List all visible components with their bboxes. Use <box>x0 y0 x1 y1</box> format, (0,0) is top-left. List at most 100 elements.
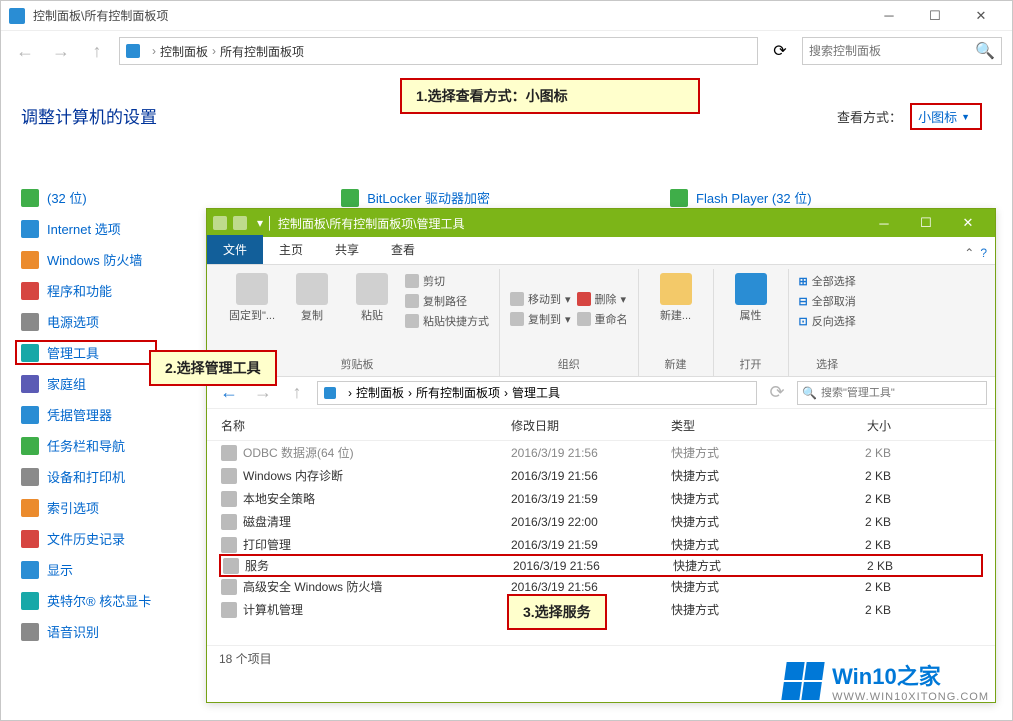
shortcut-icon <box>221 602 237 618</box>
inner-close-button[interactable]: ✕ <box>947 209 989 237</box>
copy-to-button[interactable]: 复制到▾ <box>510 311 571 327</box>
outer-window-title: 控制面板\所有控制面板项 <box>33 7 168 24</box>
select-all-button[interactable]: ⊞全部选择 <box>799 273 856 289</box>
watermark-logo: Win10之家 WWW.WIN10XITONG.COM <box>784 659 989 703</box>
minimize-button[interactable]: ─ <box>866 1 912 31</box>
cp-item[interactable]: (32 位) <box>21 188 151 207</box>
outer-nav-bar: ← → ↑ › 控制面板 › 所有控制面板项 ⟳ 🔍 <box>1 31 1012 71</box>
move-to-button[interactable]: 移动到▾ <box>510 291 571 307</box>
invert-selection-button[interactable]: ⊡反向选择 <box>799 313 856 329</box>
cp-item[interactable]: 索引选项 <box>21 498 151 517</box>
copy-path-button[interactable]: 复制路径 <box>405 293 489 309</box>
file-name: Windows 内存诊断 <box>243 467 343 484</box>
inner-refresh-button[interactable]: ⟳ <box>763 379 791 407</box>
search-input[interactable] <box>809 44 969 58</box>
cp-item-icon <box>21 282 39 300</box>
cut-button[interactable]: 剪切 <box>405 273 489 289</box>
file-list: 名称 修改日期 类型 大小 ODBC 数据源(64 位)2016/3/19 21… <box>207 409 995 669</box>
cp-item[interactable]: 凭据管理器 <box>21 405 151 424</box>
tab-home[interactable]: 主页 <box>263 235 319 264</box>
inner-minimize-button[interactable]: ─ <box>863 209 905 237</box>
col-type[interactable]: 类型 <box>671 417 811 434</box>
ribbon-collapse[interactable]: ⌃? <box>956 242 995 264</box>
outer-titlebar: 控制面板\所有控制面板项 ─ ☐ ✕ <box>1 1 1012 31</box>
inner-breadcrumb[interactable]: › 控制面板› 所有控制面板项› 管理工具 <box>317 381 757 405</box>
file-row[interactable]: ODBC 数据源(64 位)2016/3/19 21:56快捷方式2 KB <box>207 441 995 464</box>
cp-item[interactable]: Flash Player (32 位) <box>670 188 812 207</box>
copy-button[interactable]: 复制 <box>285 269 339 323</box>
cp-item[interactable]: 文件历史记录 <box>21 529 151 548</box>
refresh-button[interactable]: ⟳ <box>766 41 794 61</box>
cp-item[interactable]: 程序和功能 <box>21 281 151 300</box>
pin-button[interactable]: 固定到"... <box>225 269 279 323</box>
file-type: 快捷方式 <box>671 467 811 484</box>
new-folder-button[interactable]: 新建... <box>649 269 703 323</box>
tab-share[interactable]: 共享 <box>319 235 375 264</box>
properties-button[interactable]: 属性 <box>724 269 778 323</box>
back-button[interactable]: ← <box>11 37 39 65</box>
cp-item-label: Windows 防火墙 <box>47 250 142 269</box>
file-date: 2016/3/19 22:00 <box>511 515 671 529</box>
paste-button[interactable]: 粘贴 <box>345 269 399 323</box>
inner-bc-mid[interactable]: 所有控制面板项 <box>416 384 500 401</box>
up-button[interactable]: ↑ <box>83 37 111 65</box>
cp-item-icon <box>21 623 39 641</box>
file-row[interactable]: 本地安全策略2016/3/19 21:59快捷方式2 KB <box>207 487 995 510</box>
paste-icon <box>356 273 388 305</box>
inner-maximize-button[interactable]: ☐ <box>905 209 947 237</box>
properties-icon <box>735 273 767 305</box>
forward-button[interactable]: → <box>47 37 75 65</box>
file-name: 计算机管理 <box>243 601 303 618</box>
cp-item-label: 英特尔® 核芯显卡 <box>47 591 151 610</box>
cp-item-icon <box>21 499 39 517</box>
tab-file[interactable]: 文件 <box>207 235 263 264</box>
delete-icon <box>577 292 591 306</box>
cp-item[interactable]: 家庭组 <box>21 374 151 393</box>
file-row[interactable]: 磁盘清理2016/3/19 22:00快捷方式2 KB <box>207 510 995 533</box>
outer-search[interactable]: 🔍 <box>802 37 1002 65</box>
rename-button[interactable]: 重命名 <box>577 311 628 327</box>
logo-text2: 之家 <box>897 664 941 689</box>
cp-item[interactable]: 显示 <box>21 560 151 579</box>
view-mode-dropdown[interactable]: 小图标 ▼ <box>910 103 982 130</box>
cp-item-label: Internet 选项 <box>47 219 121 238</box>
breadcrumb-root[interactable]: 控制面板 <box>160 43 208 60</box>
cp-item[interactable]: 电源选项 <box>21 312 151 331</box>
inner-up-button[interactable]: ↑ <box>283 379 311 407</box>
select-none-button[interactable]: ⊟全部取消 <box>799 293 856 309</box>
cp-item-label: 程序和功能 <box>47 281 112 300</box>
outer-breadcrumb[interactable]: › 控制面板 › 所有控制面板项 <box>119 37 758 65</box>
paste-shortcut-button[interactable]: 粘贴快捷方式 <box>405 313 489 329</box>
cp-item-icon <box>21 592 39 610</box>
cp-item[interactable]: 设备和打印机 <box>21 467 151 486</box>
file-row[interactable]: Windows 内存诊断2016/3/19 21:56快捷方式2 KB <box>207 464 995 487</box>
file-row[interactable]: 打印管理2016/3/19 21:59快捷方式2 KB <box>207 533 995 556</box>
cp-item[interactable]: BitLocker 驱动器加密 <box>341 188 490 207</box>
shortcut-icon <box>221 445 237 461</box>
inner-bc-root[interactable]: 控制面板 <box>356 384 404 401</box>
paste-shortcut-icon <box>405 314 419 328</box>
delete-button[interactable]: 删除▾ <box>577 291 628 307</box>
cp-item[interactable]: Windows 防火墙 <box>21 250 151 269</box>
col-name[interactable]: 名称 <box>221 417 511 434</box>
inner-bc-leaf[interactable]: 管理工具 <box>512 384 560 401</box>
file-date: 2016/3/19 21:59 <box>511 538 671 552</box>
cp-item[interactable]: 任务栏和导航 <box>21 436 151 455</box>
tab-view[interactable]: 查看 <box>375 235 431 264</box>
cp-item[interactable]: 管理工具 <box>15 340 157 365</box>
maximize-button[interactable]: ☐ <box>912 1 958 31</box>
inner-search-input[interactable] <box>821 387 982 399</box>
select-none-icon: ⊟ <box>799 295 808 308</box>
copy-icon <box>296 273 328 305</box>
cp-item[interactable]: 语音识别 <box>21 622 151 641</box>
cp-item[interactable]: Internet 选项 <box>21 219 151 238</box>
cp-item-label: 显示 <box>47 560 73 579</box>
cp-item[interactable]: 英特尔® 核芯显卡 <box>21 591 151 610</box>
breadcrumb-sub[interactable]: 所有控制面板项 <box>220 43 304 60</box>
file-row[interactable]: 服务2016/3/19 21:56快捷方式2 KB <box>219 554 983 577</box>
inner-search[interactable]: 🔍 <box>797 381 987 405</box>
close-button[interactable]: ✕ <box>958 1 1004 31</box>
cp-column: (32 位)Internet 选项Windows 防火墙程序和功能电源选项管理工… <box>21 188 151 641</box>
col-size[interactable]: 大小 <box>811 417 891 434</box>
col-date[interactable]: 修改日期 <box>511 417 671 434</box>
